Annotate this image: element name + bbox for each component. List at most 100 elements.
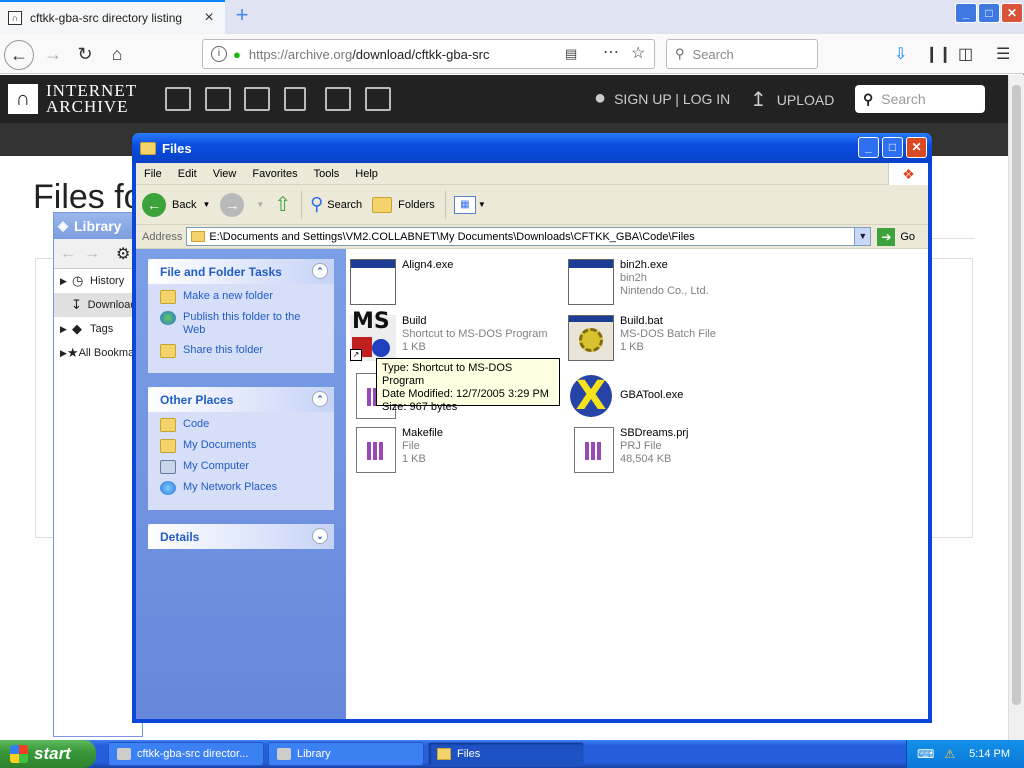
minimize-button[interactable]: _	[858, 137, 879, 158]
web-icon[interactable]	[165, 87, 191, 111]
video-icon[interactable]	[244, 87, 270, 111]
forward-button[interactable]: → ▼	[220, 192, 264, 217]
back-button[interactable]: ← Back ▼	[142, 192, 210, 217]
expand-icon[interactable]: ▶	[60, 276, 72, 287]
taskbar-button-library[interactable]: Library	[268, 742, 424, 766]
menu-view[interactable]: View	[205, 168, 245, 180]
task-share-folder[interactable]: Share this folder	[160, 344, 324, 358]
library-icon[interactable]: ❙❙	[925, 44, 952, 64]
taskbar-button-files[interactable]: Files	[428, 742, 584, 766]
explorer-window[interactable]: Files _ □ ✕ File Edit View Favorites Too…	[132, 133, 932, 723]
library-item-history[interactable]: ▶ ◷ History	[54, 269, 142, 293]
menu-file[interactable]: File	[136, 168, 170, 180]
home-button[interactable]: ⌂	[102, 40, 132, 70]
clock[interactable]: 5:14 PM	[969, 748, 1010, 760]
expand-icon[interactable]: ⌄	[312, 528, 328, 544]
archive-logo[interactable]: ∩ INTERNET ARCHIVE	[8, 82, 137, 115]
file-item[interactable]: SBDreams.prj PRJ File 48,504 KB	[568, 427, 778, 477]
keyboard-icon[interactable]: ⌨	[917, 747, 934, 761]
bookmark-star-icon[interactable]: ☆	[631, 43, 645, 63]
library-item-downloads[interactable]: ↧ Downloads	[54, 293, 142, 317]
library-back-icon[interactable]: ←	[60, 245, 76, 263]
library-titlebar[interactable]: ◈ Library	[54, 213, 142, 239]
explorer-titlebar[interactable]: Files _ □ ✕	[132, 133, 932, 163]
sidebar-icon[interactable]: ◫	[958, 44, 973, 64]
task-make-new-folder[interactable]: Make a new folder	[160, 290, 324, 304]
panel-header[interactable]: Details ⌄	[148, 524, 334, 549]
place-my-network-places[interactable]: My Network Places	[160, 481, 324, 495]
browser-minimize-button[interactable]: _	[955, 3, 977, 23]
search-button[interactable]: ⚲ Search	[310, 194, 362, 215]
url-bar[interactable]: i ● https://archive.org/download/cftkk-g…	[202, 39, 655, 69]
software-icon[interactable]	[325, 87, 351, 111]
new-tab-button[interactable]: +	[230, 4, 254, 28]
menu-help[interactable]: Help	[347, 168, 386, 180]
dropdown-arrow-icon[interactable]: ▼	[256, 200, 264, 209]
texts-icon[interactable]	[205, 87, 231, 111]
back-button[interactable]: ←	[4, 40, 34, 70]
file-item[interactable]: bin2h.exe bin2h Nintendo Co., Ltd.	[568, 259, 778, 309]
address-input[interactable]: E:\Documents and Settings\VM2.COLLABNET\…	[186, 227, 872, 246]
search-label: Search	[327, 198, 363, 211]
views-button[interactable]: ▦ ▼	[453, 195, 486, 214]
upload-link[interactable]: ↥ UPLOAD	[750, 87, 834, 112]
taskbar-button-firefox[interactable]: cftkk-gba-src director...	[108, 742, 264, 766]
file-item[interactable]: Align4.exe	[350, 259, 560, 309]
browser-tab[interactable]: ∩ cftkk-gba-src directory listing ×	[0, 0, 225, 34]
reload-button[interactable]: ↻	[70, 40, 100, 70]
audio-icon[interactable]	[284, 87, 306, 111]
page-actions-icon[interactable]: ⋯	[603, 42, 619, 62]
task-publish-web[interactable]: Publish this folder to the Web	[160, 311, 324, 337]
downloads-icon[interactable]: ⇩	[894, 44, 907, 64]
library-item-all-bookmarks[interactable]: ▶ ★ All Bookmarks	[54, 341, 149, 365]
panel-header[interactable]: File and Folder Tasks ⌃	[148, 259, 334, 284]
file-item[interactable]: Build.bat MS-DOS Batch File 1 KB	[568, 315, 778, 365]
archive-search-placeholder: Search	[881, 91, 926, 107]
close-button[interactable]: ✕	[906, 137, 927, 158]
start-button[interactable]: start	[0, 740, 96, 768]
documents-icon	[160, 439, 176, 453]
scrollbar-thumb[interactable]	[1012, 85, 1021, 705]
panel-header[interactable]: Other Places ⌃	[148, 387, 334, 412]
star-icon: ★	[66, 345, 79, 360]
dropdown-arrow-icon[interactable]: ▼	[478, 200, 486, 209]
menu-favorites[interactable]: Favorites	[244, 168, 305, 180]
file-name: Align4.exe	[402, 259, 454, 271]
browser-close-button[interactable]: ✕	[1001, 3, 1023, 23]
page-scrollbar[interactable]	[1008, 75, 1024, 740]
browser-search-input[interactable]: ⚲ Search	[666, 39, 818, 69]
address-dropdown-icon[interactable]: ▼	[854, 228, 871, 245]
go-button[interactable]: ➔ Go	[877, 227, 915, 246]
place-code[interactable]: Code	[160, 418, 324, 432]
library-item-tags[interactable]: ▶ ◆ Tags	[54, 317, 142, 341]
forward-button[interactable]: →	[38, 40, 68, 70]
tab-close-icon[interactable]: ×	[201, 9, 217, 27]
menu-edit[interactable]: Edit	[170, 168, 205, 180]
dropdown-arrow-icon[interactable]: ▼	[202, 200, 210, 209]
alert-icon[interactable]: ⚠	[944, 747, 955, 761]
expand-icon[interactable]: ▶	[60, 324, 72, 335]
place-my-computer[interactable]: My Computer	[160, 460, 324, 474]
file-type: MS-DOS Batch File	[620, 328, 716, 340]
info-icon[interactable]: i	[211, 46, 227, 62]
images-icon[interactable]	[365, 87, 391, 111]
place-my-documents[interactable]: My Documents	[160, 439, 324, 453]
maximize-button[interactable]: □	[882, 137, 903, 158]
signup-login-link[interactable]: ● SIGN UP | LOG IN	[594, 87, 730, 110]
file-item[interactable]: Makefile File 1 KB	[350, 427, 560, 477]
archive-search-input[interactable]: ⚲ Search	[855, 85, 985, 113]
browser-search-placeholder: Search	[692, 46, 734, 62]
collapse-icon[interactable]: ⌃	[312, 263, 328, 279]
folders-button[interactable]: Folders	[372, 196, 435, 213]
browser-maximize-button[interactable]: □	[978, 3, 1000, 23]
menu-icon[interactable]: ☰	[996, 44, 1010, 64]
expand-icon[interactable]: ▶	[60, 348, 67, 359]
file-item[interactable]: X GBATool.exe	[568, 373, 778, 423]
library-forward-icon[interactable]: →	[84, 245, 100, 263]
library-window[interactable]: ◈ Library ← → ⚙ ▶ ◷ History ↧ Downloads …	[53, 212, 149, 737]
up-folder-button[interactable]: ⇧	[274, 192, 291, 217]
collapse-icon[interactable]: ⌃	[312, 391, 328, 407]
menu-tools[interactable]: Tools	[306, 168, 348, 180]
gear-icon[interactable]: ⚙	[116, 244, 130, 264]
reader-view-icon[interactable]: ▤	[565, 46, 577, 62]
